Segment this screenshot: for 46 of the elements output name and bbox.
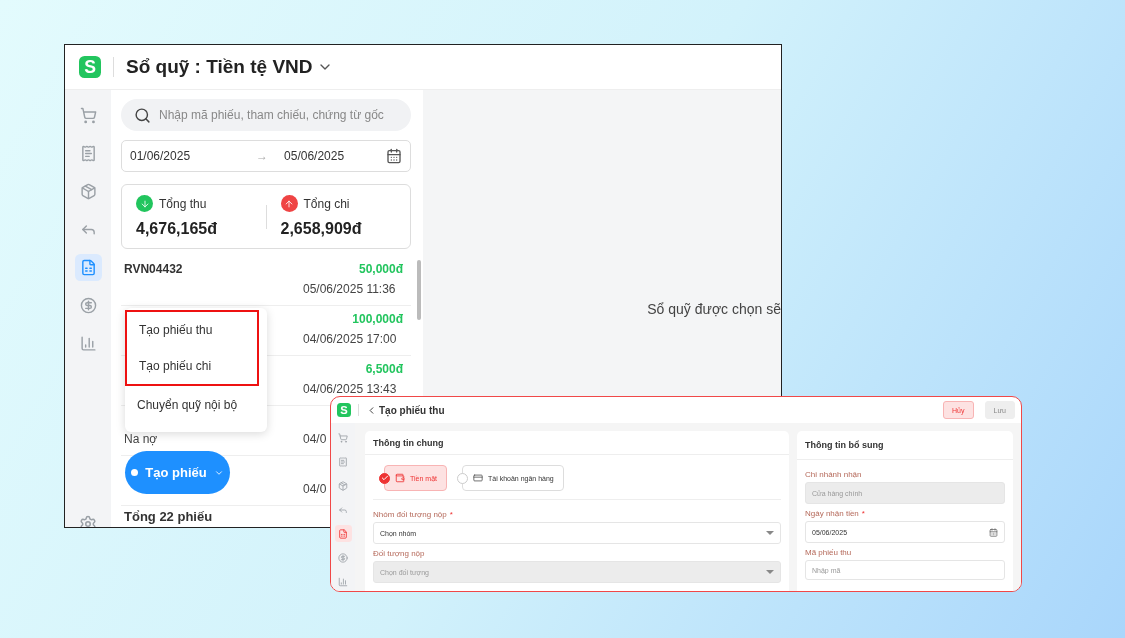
app-logo: S xyxy=(79,56,101,78)
field-label: Chi nhánh nhận xyxy=(805,470,862,479)
window-title[interactable]: Sổ quỹ : Tiền tệ VND xyxy=(126,56,333,78)
voucher-code: RVN04432 xyxy=(124,262,183,276)
field-label: Mã phiếu thu xyxy=(805,548,852,557)
field-label: Nhóm đối tượng nộp xyxy=(373,510,447,519)
required-mark: * xyxy=(861,509,865,518)
menu-item[interactable]: Tạo phiếu thu xyxy=(125,310,259,348)
total-label: Tổng thu xyxy=(159,196,207,211)
voucher-name: Na nợ xyxy=(124,432,158,446)
voucher-date: 05/06/2025 11:36 xyxy=(303,282,396,296)
field-label: Đối tượng nộp xyxy=(373,549,425,558)
date-range-field[interactable]: 01/06/2025 → 05/06/2025 xyxy=(121,139,411,173)
empty-message: Sổ quỹ được chọn sẽ xyxy=(647,300,781,317)
field-label: Ngày nhận tiền xyxy=(805,509,859,518)
menu-item[interactable]: Chuyển quỹ nội bộ xyxy=(125,386,259,424)
voucher-amount: 100,000đ xyxy=(352,312,403,326)
app-logo: S xyxy=(337,403,351,417)
voucher-date: 04/0 xyxy=(303,482,327,496)
arrow-down-icon xyxy=(136,195,153,213)
required-mark: * xyxy=(449,510,453,519)
card-icon xyxy=(473,473,483,483)
search-field[interactable]: Nhập mã phiếu, tham chiếu, chứng từ gốc xyxy=(121,99,411,131)
voucher-amount: 50,000đ xyxy=(358,262,403,276)
menu-item[interactable]: Tạo phiếu chi xyxy=(125,348,259,386)
scrollbar[interactable] xyxy=(417,260,421,320)
page-title[interactable]: Tạo phiếu thu xyxy=(366,404,933,416)
voucher-row[interactable]: RVN04432 50,000đ 05/06/2025 11:36 xyxy=(121,256,411,306)
voucher-amount: 6,500đ xyxy=(365,362,403,376)
voucher-date: 04/06/2025 13:43 xyxy=(303,382,397,396)
calendar-icon[interactable] xyxy=(386,147,402,164)
arrow-up-icon xyxy=(280,195,298,213)
document-icon[interactable] xyxy=(334,525,352,542)
total-label: Tổng chi xyxy=(303,196,350,211)
card-title: Thông tin bổ sung xyxy=(797,431,1013,460)
voucher-count: Tổng 22 phiếu xyxy=(124,509,213,524)
search-icon xyxy=(134,107,151,124)
card-title: Thông tin chung xyxy=(365,431,789,455)
total-amount: 2,658,909đ xyxy=(280,220,363,239)
dot-icon xyxy=(131,469,139,476)
voucher-date: 04/06/2025 17:00 xyxy=(303,332,397,346)
total-amount: 4,676,165đ xyxy=(136,220,218,239)
document-icon[interactable] xyxy=(74,254,102,281)
wallet-icon xyxy=(395,473,405,483)
calendar-icon[interactable] xyxy=(989,527,998,537)
voucher-date: 04/0 xyxy=(303,432,327,446)
